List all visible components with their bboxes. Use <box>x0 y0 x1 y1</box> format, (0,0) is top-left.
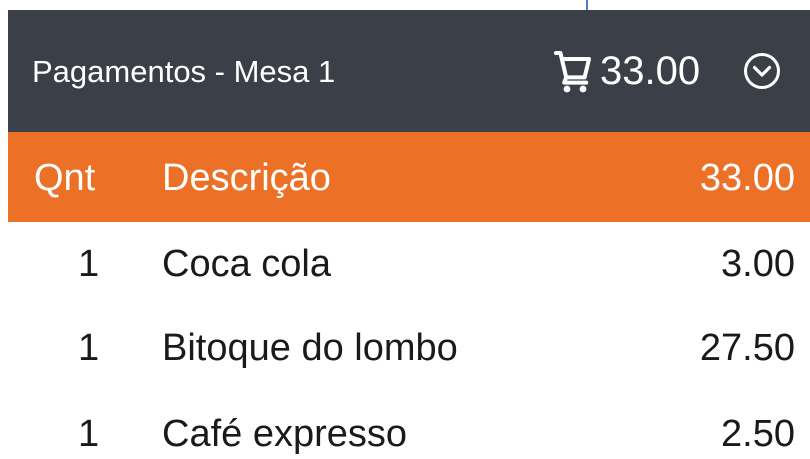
row-price: 3.00 <box>721 243 795 285</box>
row-qty: 1 <box>78 413 100 455</box>
column-header-qty: Qnt <box>34 157 96 199</box>
row-description: Café expresso <box>162 413 408 455</box>
screen: Pagamentos - Mesa 1 33.00 Qnt Descrição … <box>0 0 810 459</box>
page-title: Pagamentos - Mesa 1 <box>32 54 336 89</box>
row-qty: 1 <box>78 243 100 285</box>
row-price: 2.50 <box>721 413 795 455</box>
chevron-down-circle-icon[interactable] <box>742 51 782 91</box>
row-price: 27.50 <box>699 327 795 369</box>
shopping-cart-icon[interactable] <box>544 48 592 96</box>
column-header-total: 33.00 <box>699 157 795 199</box>
app-header: Pagamentos - Mesa 1 33.00 <box>8 10 810 132</box>
row-qty: 1 <box>78 327 100 369</box>
table-header: Qnt Descrição 33.00 <box>8 132 810 222</box>
table-row[interactable]: 1 Coca cola 3.00 <box>8 222 810 306</box>
row-description: Coca cola <box>162 243 331 285</box>
column-header-description: Descrição <box>162 157 331 199</box>
cart-total: 33.00 <box>600 49 701 93</box>
table-row[interactable]: 1 Bitoque do lombo 27.50 <box>8 306 810 390</box>
row-description: Bitoque do lombo <box>162 327 458 369</box>
table-row[interactable]: 1 Café expresso 2.50 <box>8 392 810 459</box>
